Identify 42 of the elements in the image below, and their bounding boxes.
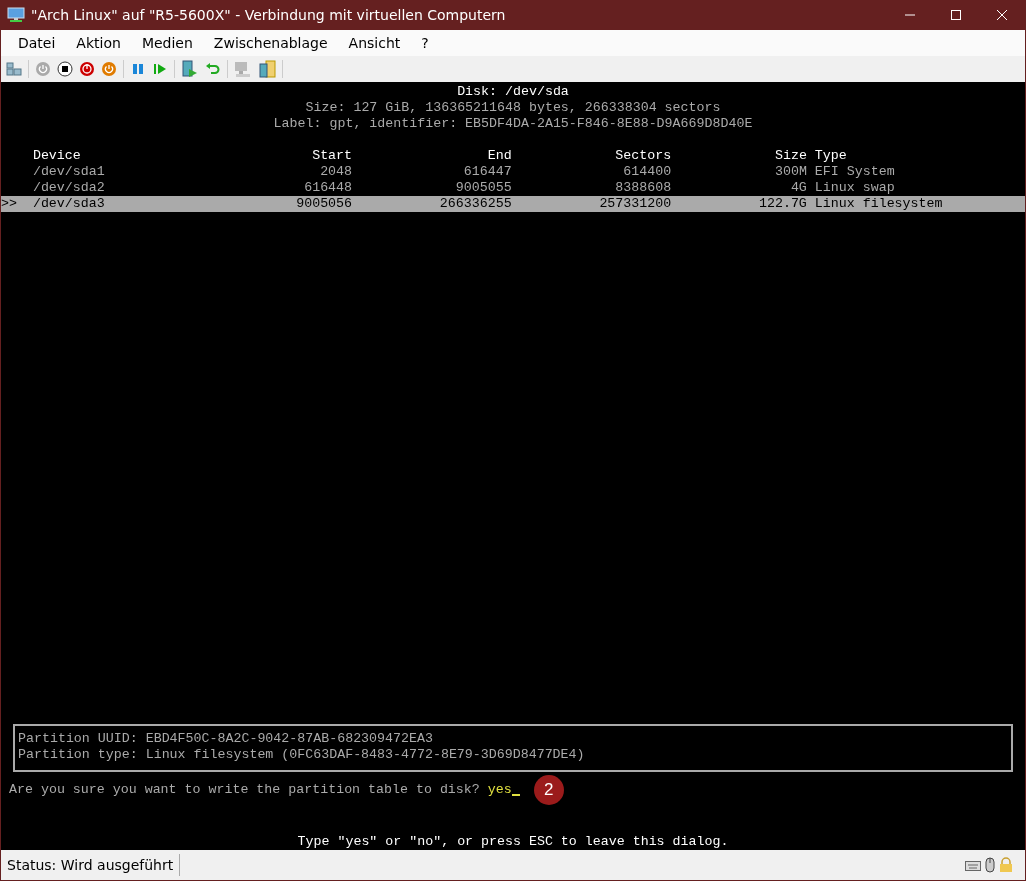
close-icon <box>996 9 1008 21</box>
disk-info-line: Disk: /dev/sda <box>456 84 570 100</box>
partition-row[interactable]: >> /dev/sda3 9005056 266336255 257331200 122.7G Linux filesystem <box>1 196 1025 212</box>
column-header: Sectors <box>614 148 672 164</box>
lock-icon <box>999 857 1013 873</box>
window-layout-icon[interactable] <box>6 62 22 76</box>
menu-item[interactable]: Medien <box>134 35 200 51</box>
menu-item[interactable]: Zwischenablage <box>206 35 335 51</box>
revert-icon[interactable] <box>205 61 221 77</box>
prompt-question: Are you sure you want to write the partition table to disk? <box>9 782 480 798</box>
share-icon[interactable] <box>258 60 276 78</box>
menu-item[interactable]: ? <box>414 35 436 51</box>
resume-icon[interactable] <box>152 61 168 77</box>
disk-info-line: Size: 127 GiB, 136365211648 bytes, 266338304 sectors <box>304 100 722 116</box>
stop-icon[interactable] <box>57 61 73 77</box>
computer-icon[interactable] <box>234 60 252 78</box>
column-header: Size <box>773 148 807 164</box>
menu-item[interactable]: Datei <box>11 35 63 51</box>
window-title: "Arch Linux" auf "R5-5600X" - Verbindung mit virtuellen Computern <box>31 7 506 23</box>
monitor-icon <box>7 7 25 23</box>
hint-text: Type "yes" or "no", or press ESC to leave this dialog. <box>296 834 730 850</box>
answer-field[interactable]: yes <box>487 782 520 798</box>
status-text: Status: Wird ausgeführt <box>1 854 181 876</box>
partition-info-box: Partition UUID: EBD4F50C-8A2C-9042-87AB-682309472EA3 Partition type: Linux filesystem (0FC63DAF-8483-4772-8E79-3D69D8477DE4) <box>13 724 1013 772</box>
column-header: Start <box>311 148 353 164</box>
mouse-icon <box>985 857 995 873</box>
partition-row[interactable]: /dev/sda2 616448 9005055 8388608 4G Linux swap <box>1 180 1025 196</box>
shutdown-icon[interactable] <box>79 61 95 77</box>
column-header: End <box>486 148 512 164</box>
checkpoint-icon[interactable] <box>181 60 199 78</box>
column-header: Device <box>32 148 82 164</box>
disk-info-line: Label: gpt, identifier: EB5DF4DA-2A15-F846-8E88-D9A669D8D40E <box>272 116 754 132</box>
column-header: Type <box>813 148 848 164</box>
step-badge: 2 <box>533 775 564 805</box>
menu-item[interactable]: Aktion <box>69 35 128 51</box>
partition-row[interactable]: /dev/sda1 2048 616447 614400 300M EFI System <box>1 164 1025 180</box>
keyboard-icon <box>965 859 981 871</box>
menu-item[interactable]: Ansicht <box>341 35 408 51</box>
maximize-icon <box>950 9 962 21</box>
power-icon[interactable] <box>101 61 117 77</box>
pause-icon[interactable] <box>130 61 146 77</box>
power-icon[interactable] <box>35 61 51 77</box>
